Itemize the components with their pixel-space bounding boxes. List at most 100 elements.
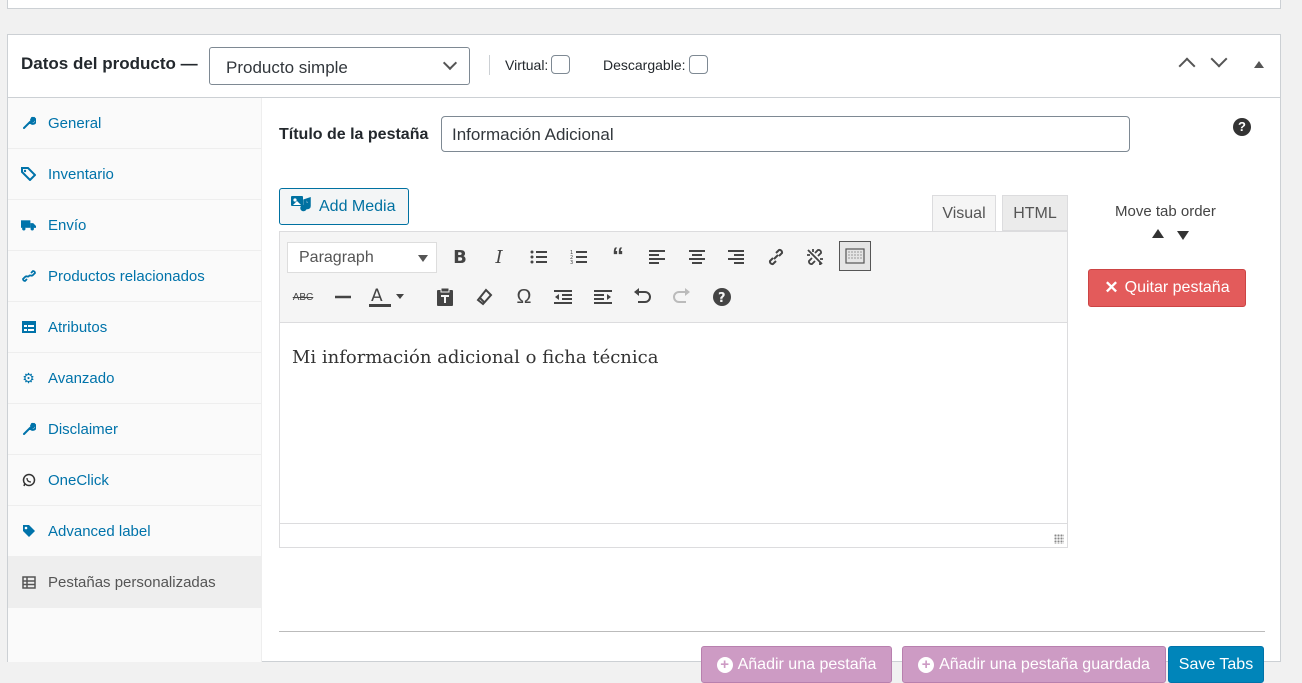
- toggle-panel-icon[interactable]: [1254, 61, 1264, 68]
- product-type-select[interactable]: Producto simple: [209, 47, 470, 85]
- sidebar-item-productos-relacionados[interactable]: Productos relacionados: [8, 251, 261, 302]
- numbered-list-icon[interactable]: 123: [563, 242, 595, 272]
- product-tabs-sidebar: General Inventario Envío Productos relac…: [8, 98, 262, 662]
- sidebar-item-label: General: [48, 114, 102, 132]
- editor-toolbar: Paragraph B I 123 “ ABC A Ω ?: [280, 232, 1067, 323]
- whatsapp-icon: [21, 473, 36, 487]
- virtual-label: Virtual:: [505, 56, 549, 73]
- sidebar-item-label: Advanced label: [48, 522, 151, 540]
- editor-content[interactable]: Mi información adicional o ficha técnica: [280, 323, 1067, 523]
- editor-status-bar: [280, 523, 1067, 547]
- caret-down-icon: [418, 255, 428, 262]
- sidebar-item-label: Pestañas personalizadas: [48, 573, 216, 591]
- move-down-icon[interactable]: [1210, 50, 1228, 68]
- keyboard-shortcuts-icon[interactable]: ?: [706, 282, 738, 312]
- sidebar-item-label: OneClick: [48, 471, 109, 489]
- sidebar-item-label: Inventario: [48, 165, 114, 183]
- svg-text:?: ?: [718, 291, 726, 306]
- sidebar-item-label: Disclaimer: [48, 420, 119, 438]
- tab-visual[interactable]: Visual: [932, 195, 996, 232]
- tag-stack-icon: [21, 167, 36, 181]
- format-select[interactable]: Paragraph: [287, 242, 437, 273]
- sidebar-item-atributos[interactable]: Atributos: [8, 302, 261, 353]
- text-color-icon[interactable]: A: [366, 282, 406, 312]
- help-icon[interactable]: ?: [1233, 118, 1251, 136]
- arrow-up-icon[interactable]: [1152, 229, 1164, 238]
- product-data-panel: Datos del producto — Producto simple Vir…: [7, 34, 1281, 683]
- toolbar-toggle-icon[interactable]: [839, 241, 871, 271]
- virtual-checkbox[interactable]: [551, 55, 571, 74]
- list-icon: [21, 575, 36, 589]
- strikethrough-icon[interactable]: ABC: [287, 282, 319, 312]
- tag-icon: [21, 524, 36, 538]
- sidebar-item-pestanas-personalizadas[interactable]: Pestañas personalizadas: [8, 557, 261, 608]
- sidebar-item-general[interactable]: General: [8, 98, 261, 149]
- redo-icon[interactable]: [666, 282, 698, 312]
- remove-tab-label: Quitar pestaña: [1124, 279, 1230, 296]
- sidebar-item-oneclick[interactable]: OneClick: [8, 455, 261, 506]
- align-center-icon[interactable]: [681, 242, 713, 272]
- sidebar-item-label: Productos relacionados: [48, 267, 205, 285]
- horizontal-line-icon[interactable]: [327, 282, 359, 312]
- remove-tab-button[interactable]: ✕ Quitar pestaña: [1088, 269, 1246, 307]
- sidebar-item-label: Atributos: [48, 318, 108, 336]
- virtual-option[interactable]: Virtual:: [505, 55, 571, 74]
- blockquote-icon[interactable]: “: [602, 242, 634, 272]
- paste-as-text-icon[interactable]: [429, 282, 461, 312]
- bullet-list-icon[interactable]: [523, 242, 555, 272]
- wrench-icon: [21, 422, 36, 436]
- sidebar-item-envio[interactable]: Envío: [8, 200, 261, 251]
- previous-panel-edge: [7, 0, 1281, 9]
- move-tab-order-label: Move tab order: [1115, 203, 1216, 220]
- header-divider: [489, 55, 490, 75]
- italic-icon[interactable]: I: [483, 242, 515, 272]
- link-icon: [21, 269, 36, 283]
- truck-icon: [21, 219, 36, 231]
- arrow-down-icon[interactable]: [1177, 231, 1189, 240]
- media-icon: [290, 194, 312, 219]
- add-media-label: Add Media: [319, 197, 396, 215]
- sidebar-item-inventario[interactable]: Inventario: [8, 149, 261, 200]
- tab-html[interactable]: HTML: [1002, 195, 1068, 231]
- undo-icon[interactable]: [626, 282, 658, 312]
- indent-icon[interactable]: [587, 282, 619, 312]
- sidebar-item-advanced-label[interactable]: Advanced label: [8, 506, 261, 557]
- downloadable-checkbox[interactable]: [688, 55, 708, 74]
- insert-link-icon[interactable]: [760, 242, 792, 272]
- special-character-icon[interactable]: Ω: [508, 282, 540, 312]
- add-tab-label: Añadir una pestaña: [737, 655, 877, 673]
- gear-icon: ⚙: [22, 369, 35, 386]
- align-right-icon[interactable]: [720, 242, 752, 272]
- outdent-icon[interactable]: [547, 282, 579, 312]
- tab-title-input[interactable]: Información Adicional: [441, 116, 1130, 152]
- add-tab-button[interactable]: + Añadir una pestaña: [701, 646, 892, 683]
- table-icon: [21, 321, 36, 333]
- bold-icon[interactable]: B: [444, 242, 476, 272]
- sidebar-item-label: Avanzado: [48, 369, 115, 387]
- downloadable-label: Descargable:: [603, 56, 686, 73]
- add-saved-tab-label: Añadir una pestaña guardada: [939, 655, 1150, 673]
- add-saved-tab-button[interactable]: + Añadir una pestaña guardada: [902, 646, 1166, 683]
- sidebar-item-disclaimer[interactable]: Disclaimer: [8, 404, 261, 455]
- move-up-icon[interactable]: [1178, 57, 1196, 75]
- clear-formatting-icon[interactable]: [468, 282, 500, 312]
- footer-divider: [279, 631, 1265, 632]
- unlink-icon[interactable]: [799, 242, 831, 272]
- panel-title: Datos del producto —: [21, 54, 198, 73]
- save-tabs-button[interactable]: Save Tabs: [1168, 646, 1264, 683]
- product-type-value: Producto simple: [226, 58, 348, 77]
- downloadable-option[interactable]: Descargable:: [603, 55, 708, 74]
- resize-handle-icon[interactable]: [1054, 534, 1064, 544]
- custom-tabs-panel: Título de la pestaña Información Adicion…: [262, 98, 1281, 683]
- panel-header: Datos del producto — Producto simple Vir…: [8, 35, 1280, 98]
- chevron-down-icon: [442, 55, 458, 71]
- align-left-icon[interactable]: [641, 242, 673, 272]
- sidebar-item-avanzado[interactable]: ⚙ Avanzado: [8, 353, 261, 404]
- wrench-icon: [21, 116, 36, 130]
- add-media-button[interactable]: Add Media: [279, 188, 409, 225]
- svg-text:3: 3: [570, 260, 573, 265]
- format-select-value: Paragraph: [299, 249, 374, 266]
- sidebar-item-label: Envío: [48, 216, 87, 234]
- tab-title-label: Título de la pestaña: [279, 126, 429, 143]
- plus-circle-icon: +: [918, 656, 935, 673]
